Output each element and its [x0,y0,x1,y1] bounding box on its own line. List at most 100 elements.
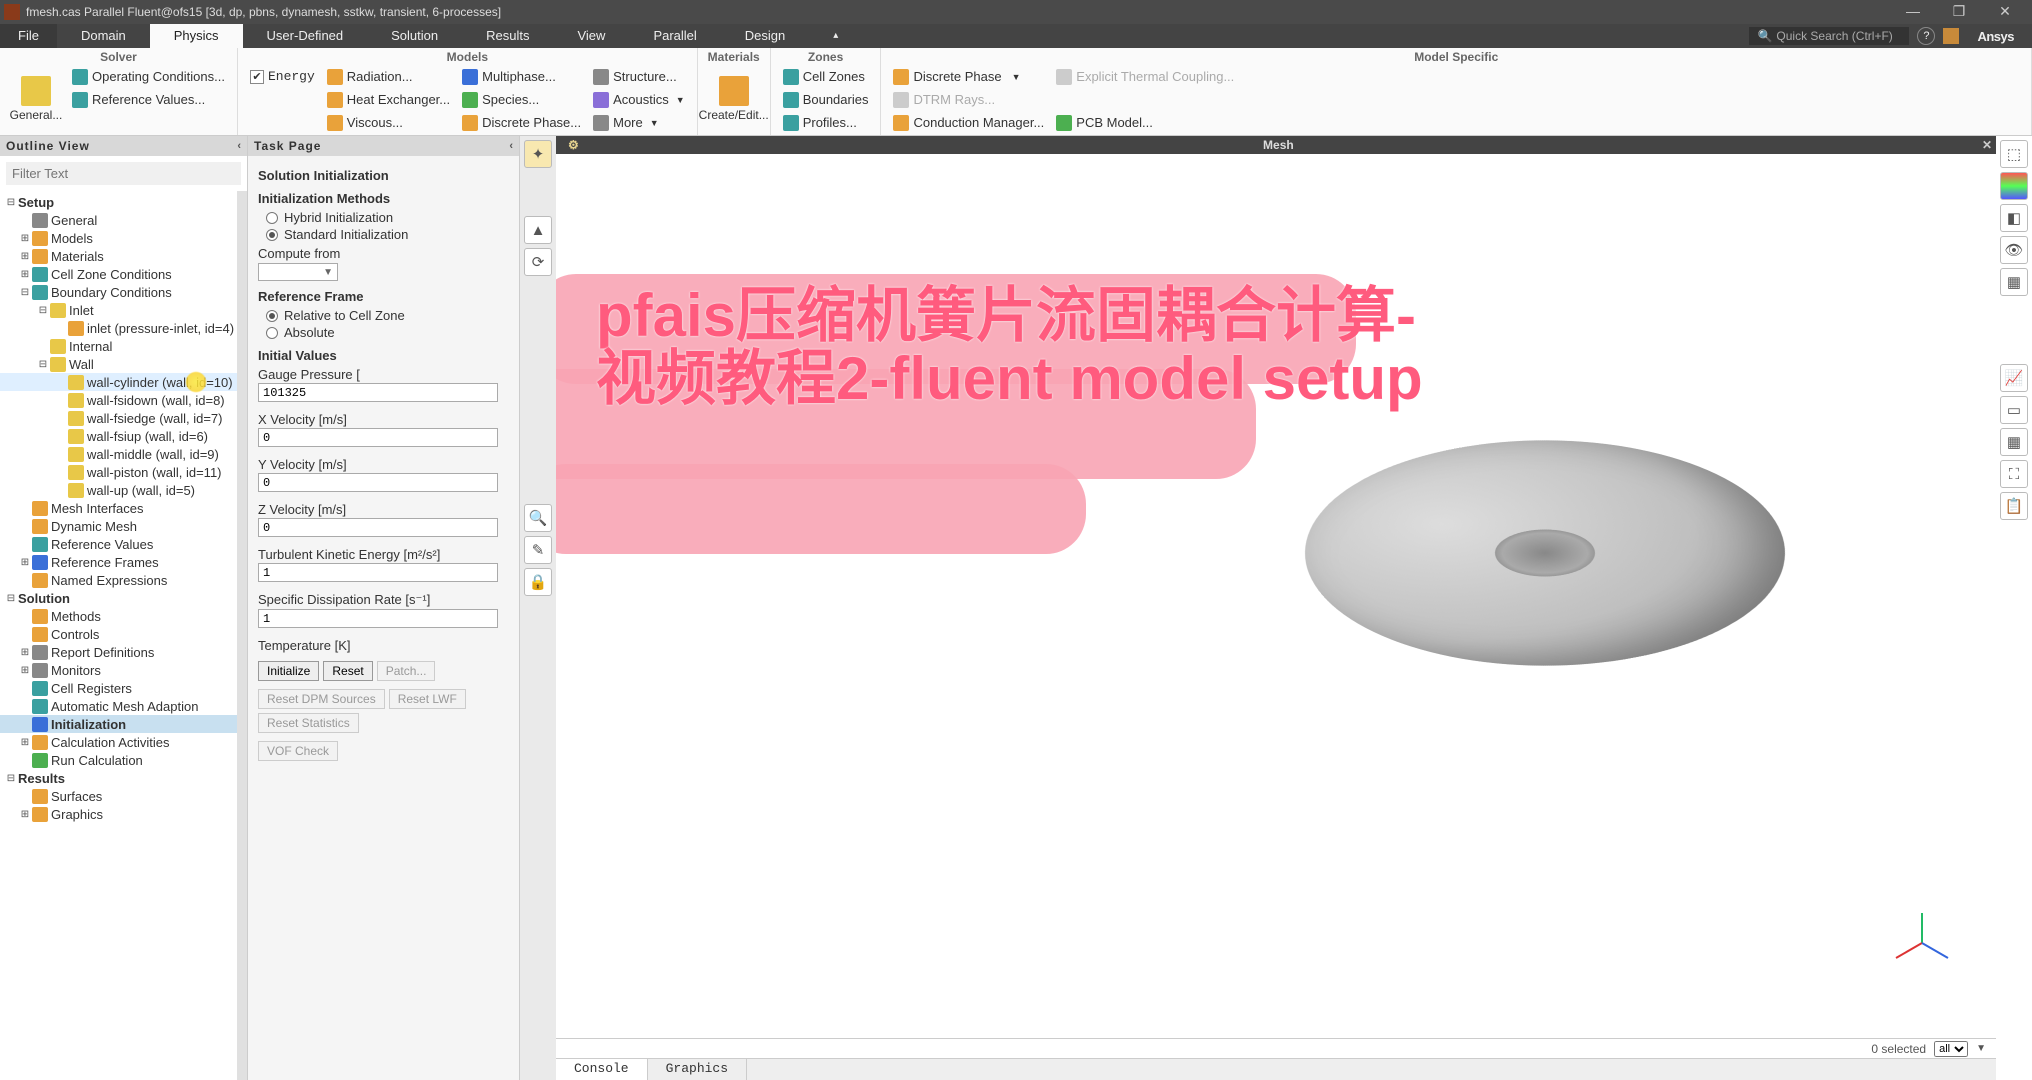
tab-file[interactable]: File [0,24,57,48]
tree-methods[interactable]: Methods [0,607,237,625]
relative-radio[interactable]: Relative to Cell Zone [266,308,509,323]
outline-collapse-icon[interactable]: ‹ [237,140,241,152]
outline-tree[interactable]: ⊟Setup General ⊞Models ⊞Materials ⊞Cell … [0,191,237,1080]
tree-wall-up[interactable]: wall-up (wall, id=5) [0,481,237,499]
reset-stats-button[interactable]: Reset Statistics [258,713,359,733]
cube-icon[interactable]: ◧ [2000,204,2028,232]
tab-design[interactable]: Design [721,24,809,48]
tree-wall-fsiup[interactable]: wall-fsiup (wall, id=6) [0,427,237,445]
radiation-button[interactable]: Radiation... [323,66,454,87]
shade-icon[interactable] [2000,172,2028,200]
tree-calc-activities[interactable]: ⊞Calculation Activities [0,733,237,751]
tree-cell-zone[interactable]: ⊞Cell Zone Conditions [0,265,237,283]
tree-setup[interactable]: ⊟Setup [0,193,237,211]
ribbon-collapse-caret[interactable]: ▴ [809,24,862,48]
tab-user-defined[interactable]: User-Defined [243,24,368,48]
expand-icon[interactable]: ⛶ [2000,460,2028,488]
standard-init-radio[interactable]: Standard Initialization [266,227,509,242]
close-button[interactable]: ✕ [1982,0,2028,24]
initialize-button[interactable]: Initialize [258,661,319,681]
compute-from-select[interactable]: ▼ [258,263,338,281]
tree-run-calculation[interactable]: Run Calculation [0,751,237,769]
multiphase-button[interactable]: Multiphase... [458,66,585,87]
tree-inlet[interactable]: ⊟Inlet [0,301,237,319]
tke-input[interactable] [258,563,498,582]
tree-wall[interactable]: ⊟Wall [0,355,237,373]
tree-initialization[interactable]: Initialization [0,715,237,733]
rect-icon[interactable]: ▭ [2000,396,2028,424]
create-edit-button[interactable]: Create/Edit... [706,66,762,132]
graphics-tab[interactable]: Graphics [648,1059,747,1080]
zoom-tool[interactable]: 🔍 [524,504,552,532]
xvel-input[interactable] [258,428,498,447]
gauge-pressure-input[interactable] [258,383,498,402]
tree-mesh-interfaces[interactable]: Mesh Interfaces [0,499,237,517]
yvel-input[interactable] [258,473,498,492]
hybrid-init-radio[interactable]: Hybrid Initialization [266,210,509,225]
zvel-input[interactable] [258,518,498,537]
tree-monitors[interactable]: ⊞Monitors [0,661,237,679]
grid-icon[interactable]: ▦ [2000,428,2028,456]
tree-controls[interactable]: Controls [0,625,237,643]
tree-solution[interactable]: ⊟Solution [0,589,237,607]
axis-triad[interactable] [1886,908,1956,978]
quick-search[interactable]: 🔍 Quick Search (Ctrl+F) [1749,27,1909,45]
vof-check-button[interactable]: VOF Check [258,741,338,761]
conduction-manager-button[interactable]: Conduction Manager... [889,112,1048,133]
eye-icon[interactable]: 👁 [2000,236,2028,264]
viscous-button[interactable]: Viscous... [323,112,454,133]
tree-graphics[interactable]: ⊞Graphics [0,805,237,823]
tree-inlet-item[interactable]: inlet (pressure-inlet, id=4) [0,319,237,337]
vp-gear-icon[interactable]: ⚙ [568,138,579,152]
tree-boundary[interactable]: ⊟Boundary Conditions [0,283,237,301]
tree-wall-middle[interactable]: wall-middle (wall, id=9) [0,445,237,463]
more-button[interactable]: More▼ [589,112,689,133]
tree-ama[interactable]: Automatic Mesh Adaption [0,697,237,715]
viewport-close-icon[interactable]: ✕ [1978,138,1996,152]
dtrm-rays-button[interactable]: DTRM Rays... [889,89,1048,110]
tab-view[interactable]: View [553,24,629,48]
pcb-model-button[interactable]: PCB Model... [1052,112,1238,133]
discrete-phase-button[interactable]: Discrete Phase... [458,112,585,133]
task-collapse-icon[interactable]: ‹ [509,140,513,152]
outline-filter-input[interactable] [6,162,241,185]
chart-icon[interactable]: 📈 [2000,364,2028,392]
tree-cell-registers[interactable]: Cell Registers [0,679,237,697]
outline-scrollbar[interactable] [237,191,247,1080]
tree-wall-fsidown[interactable]: wall-fsidown (wall, id=8) [0,391,237,409]
tree-models[interactable]: ⊞Models [0,229,237,247]
cell-zones-button[interactable]: Cell Zones [779,66,873,87]
console-tab[interactable]: Console [556,1059,648,1080]
acoustics-button[interactable]: Acoustics▼ [589,89,689,110]
patch-button[interactable]: Patch... [377,661,436,681]
toolbox-icon[interactable]: ✦ [524,140,552,168]
tab-results[interactable]: Results [462,24,553,48]
tab-domain[interactable]: Domain [57,24,150,48]
viewport-3d[interactable]: pfais压缩机簧片流固耦合计算- 视频教程2-fluent model set… [556,154,1996,1038]
fit-view-icon[interactable]: ⬚ [2000,140,2028,168]
reset-dpm-button[interactable]: Reset DPM Sources [258,689,385,709]
tab-parallel[interactable]: Parallel [629,24,720,48]
reset-lwf-button[interactable]: Reset LWF [389,689,466,709]
general-button[interactable]: General... [8,66,64,132]
energy-checkbox[interactable]: ✔Energy [246,66,319,87]
ms-discrete-phase-button[interactable]: Discrete Phase▼ [889,66,1048,87]
boundaries-button[interactable]: Boundaries [779,89,873,110]
tree-named-expressions[interactable]: Named Expressions [0,571,237,589]
heat-exchanger-button[interactable]: Heat Exchanger... [323,89,454,110]
tree-results[interactable]: ⊟Results [0,769,237,787]
tree-wall-cylinder[interactable]: wall-cylinder (wall, id=10) [0,373,237,391]
clipboard-icon[interactable]: 📋 [2000,492,2028,520]
tree-general[interactable]: General [0,211,237,229]
lock-tool[interactable]: 🔒 [524,568,552,596]
structure-button[interactable]: Structure... [589,66,689,87]
measure-tool[interactable]: ✎ [524,536,552,564]
view2-icon[interactable]: ▦ [2000,268,2028,296]
tree-surfaces[interactable]: Surfaces [0,787,237,805]
sdr-input[interactable] [258,609,498,628]
tab-solution[interactable]: Solution [367,24,462,48]
selection-filter-select[interactable]: all [1934,1041,1968,1057]
tree-dynamic-mesh[interactable]: Dynamic Mesh [0,517,237,535]
tree-internal[interactable]: Internal [0,337,237,355]
operating-conditions-button[interactable]: Operating Conditions... [68,66,229,87]
